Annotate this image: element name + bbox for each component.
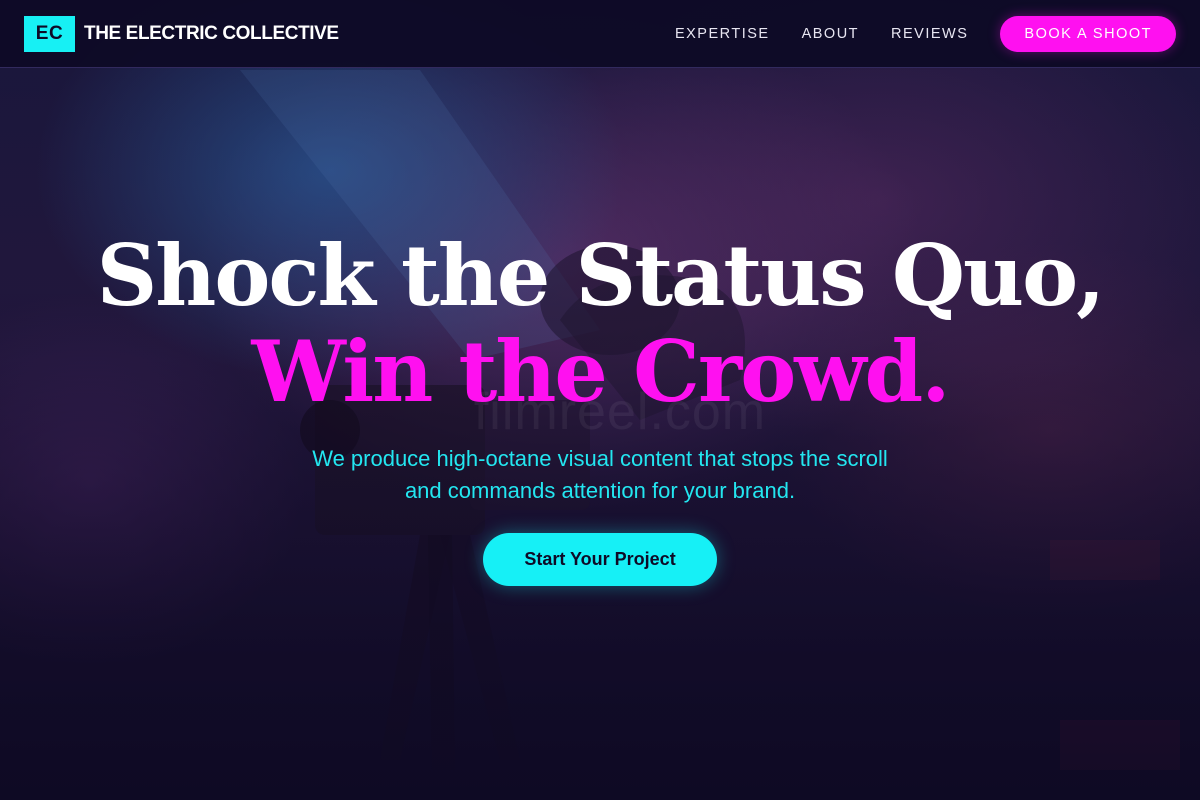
nav-links: EXPERTISE ABOUT REVIEWS BOOK A SHOOT (675, 15, 1176, 52)
book-a-shoot-button[interactable]: BOOK A SHOOT (1000, 15, 1176, 52)
hero-headline-line-1: Shock the Status Quo, (96, 226, 1106, 325)
navbar: EC THE ELECTRIC COLLECTIVE EXPERTISE ABO… (0, 0, 1200, 68)
hero-subtitle-line-1: We produce high-octane visual content th… (312, 446, 888, 471)
start-your-project-button[interactable]: Start Your Project (483, 533, 717, 586)
brand-logo-link[interactable]: EC THE ELECTRIC COLLECTIVE (24, 15, 339, 52)
page: EC THE ELECTRIC COLLECTIVE EXPERTISE ABO… (0, 0, 1200, 800)
hero-section: filmreel.com Shock the Status Quo, Win t… (0, 0, 1200, 800)
brand-badge: EC (24, 15, 75, 52)
hero-subtitle: We produce high-octane visual content th… (250, 443, 950, 507)
nav-link-reviews[interactable]: REVIEWS (891, 26, 968, 42)
hero-headline-line-2: Win the Crowd. (251, 322, 950, 421)
nav-link-about[interactable]: ABOUT (802, 26, 859, 42)
brand-name: THE ELECTRIC COLLECTIVE (84, 22, 339, 44)
hero-subtitle-line-2: and commands attention for your brand. (404, 478, 796, 503)
nav-link-expertise[interactable]: EXPERTISE (675, 26, 770, 42)
